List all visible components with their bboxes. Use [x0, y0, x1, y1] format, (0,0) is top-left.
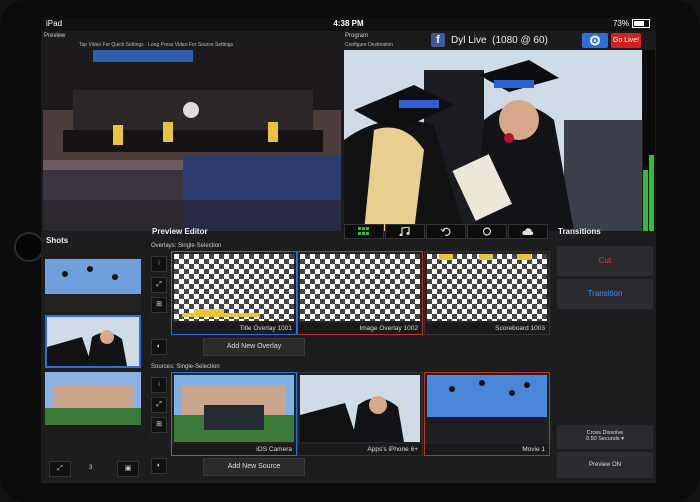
preview-hint: Tap Video For Quick Settings · Long Pres…	[79, 42, 234, 48]
expand-button[interactable]: ⤢	[151, 397, 167, 413]
transition-type-selector[interactable]: Cross Dissolve 0.50 Seconds ▾	[557, 425, 653, 449]
cloud-icon	[522, 228, 534, 235]
info-button[interactable]: i	[151, 377, 167, 393]
source-tile[interactable]: Apps's iPhone 6+	[297, 372, 423, 456]
music-note-icon	[399, 227, 410, 236]
facebook-icon: f	[431, 33, 445, 47]
transition-duration: 0.50 Seconds ▾	[586, 436, 624, 442]
cut-button[interactable]: Cut	[557, 246, 653, 276]
program-label: Program	[345, 33, 369, 39]
overlay-name: Title Overlay 1001	[172, 323, 296, 334]
overlay-name: Scoreboard 1003	[425, 323, 549, 334]
program-scene-graduates	[344, 50, 642, 231]
layout-button[interactable]: ⊞	[151, 417, 167, 433]
preview-on-button[interactable]: Preview ON	[557, 452, 653, 478]
battery-icon	[632, 19, 650, 29]
program-video[interactable]	[344, 50, 642, 231]
audio-level-meter	[643, 50, 655, 231]
expand-button[interactable]: ⤢	[151, 277, 167, 293]
settings-button[interactable]	[582, 33, 608, 48]
scoreboard-graphic	[439, 254, 531, 260]
save-shot-button[interactable]: ▣	[117, 461, 139, 477]
preview-video[interactable]	[43, 50, 341, 231]
clock: 4:38 PM	[333, 19, 364, 28]
go-live-button[interactable]: Go Live!	[611, 33, 641, 48]
toggle-button[interactable]: ◐	[151, 458, 167, 474]
add-new-source-button[interactable]: Add New Source	[203, 458, 305, 476]
app-screen: iPad 4:38 PM 73% Preview Tap Video For Q…	[41, 17, 656, 483]
shot-image-caps	[45, 259, 141, 312]
layout-button[interactable]: ⊞	[151, 297, 167, 313]
overlay-tile[interactable]: Scoreboard 1003	[424, 251, 550, 335]
overlay-name: Image Overlay 1002	[298, 323, 422, 334]
audio-tab[interactable]	[385, 224, 425, 239]
home-button[interactable]	[14, 232, 44, 262]
overlay-tile[interactable]: Title Overlay 1001	[171, 251, 297, 335]
undo-icon	[440, 227, 451, 236]
undo-tab[interactable]	[426, 224, 466, 239]
shot-thumbnail[interactable]	[45, 259, 141, 312]
shots-panel: Shots ⤢ 3 ▣	[41, 231, 145, 483]
resize-button[interactable]: ⤢	[49, 461, 71, 477]
source-image-stadium	[174, 375, 294, 442]
sources-label: Sources: Single-Selection	[151, 364, 220, 370]
destination-format: (1080 @ 60)	[492, 35, 548, 46]
source-image-cap-toss	[427, 375, 547, 442]
gear-icon	[590, 35, 600, 46]
cloud-tab[interactable]	[508, 224, 548, 239]
shot-image-stadium	[45, 372, 141, 425]
source-tile[interactable]: Movie 1	[424, 372, 550, 456]
source-name: iOS Camera	[172, 444, 296, 455]
grid-tab[interactable]	[344, 224, 384, 239]
transitions-title: Transitions	[558, 227, 601, 236]
ipad-frame: iPad 4:38 PM 73% Preview Tap Video For Q…	[0, 0, 700, 502]
overlays-label: Overlays: Single-Selection	[151, 243, 222, 249]
shot-thumbnail[interactable]	[45, 372, 141, 425]
shot-thumbnail-selected[interactable]	[45, 315, 141, 368]
shots-title: Shots	[46, 236, 69, 245]
destination-title: Dyl Live (1080 @ 60)	[451, 35, 548, 46]
status-bar: iPad 4:38 PM 73%	[41, 17, 656, 31]
title-overlay-graphic	[182, 309, 260, 317]
source-image-graduates	[300, 375, 420, 442]
add-new-overlay-button[interactable]: Add New Overlay	[203, 338, 305, 356]
configure-destination-link[interactable]: Configure Destination	[345, 42, 393, 48]
overlay-tile[interactable]: Image Overlay 1002	[297, 251, 423, 335]
info-button[interactable]: i	[151, 256, 167, 272]
battery-indicator: 73%	[612, 19, 650, 29]
source-name: Apps's iPhone 6+	[298, 444, 422, 455]
circle-icon	[482, 227, 492, 236]
record-tab[interactable]	[467, 224, 507, 239]
source-tile[interactable]: iOS Camera	[171, 372, 297, 456]
preview-scene-graduation-stage	[43, 50, 341, 231]
transition-type: Cross Dissolve	[586, 430, 624, 436]
battery-percent: 73%	[612, 19, 629, 28]
preview-editor-title: Preview Editor	[152, 227, 208, 236]
preview-label: Preview	[44, 33, 66, 39]
transition-button[interactable]: Transition	[557, 279, 653, 309]
grid-icon	[358, 227, 369, 235]
source-name: Movie 1	[425, 444, 549, 455]
toggle-button[interactable]: ◐	[151, 339, 167, 355]
destination-name: Dyl Live	[451, 35, 487, 46]
shot-image-graduates	[47, 317, 139, 366]
shot-count: 3	[89, 465, 93, 471]
